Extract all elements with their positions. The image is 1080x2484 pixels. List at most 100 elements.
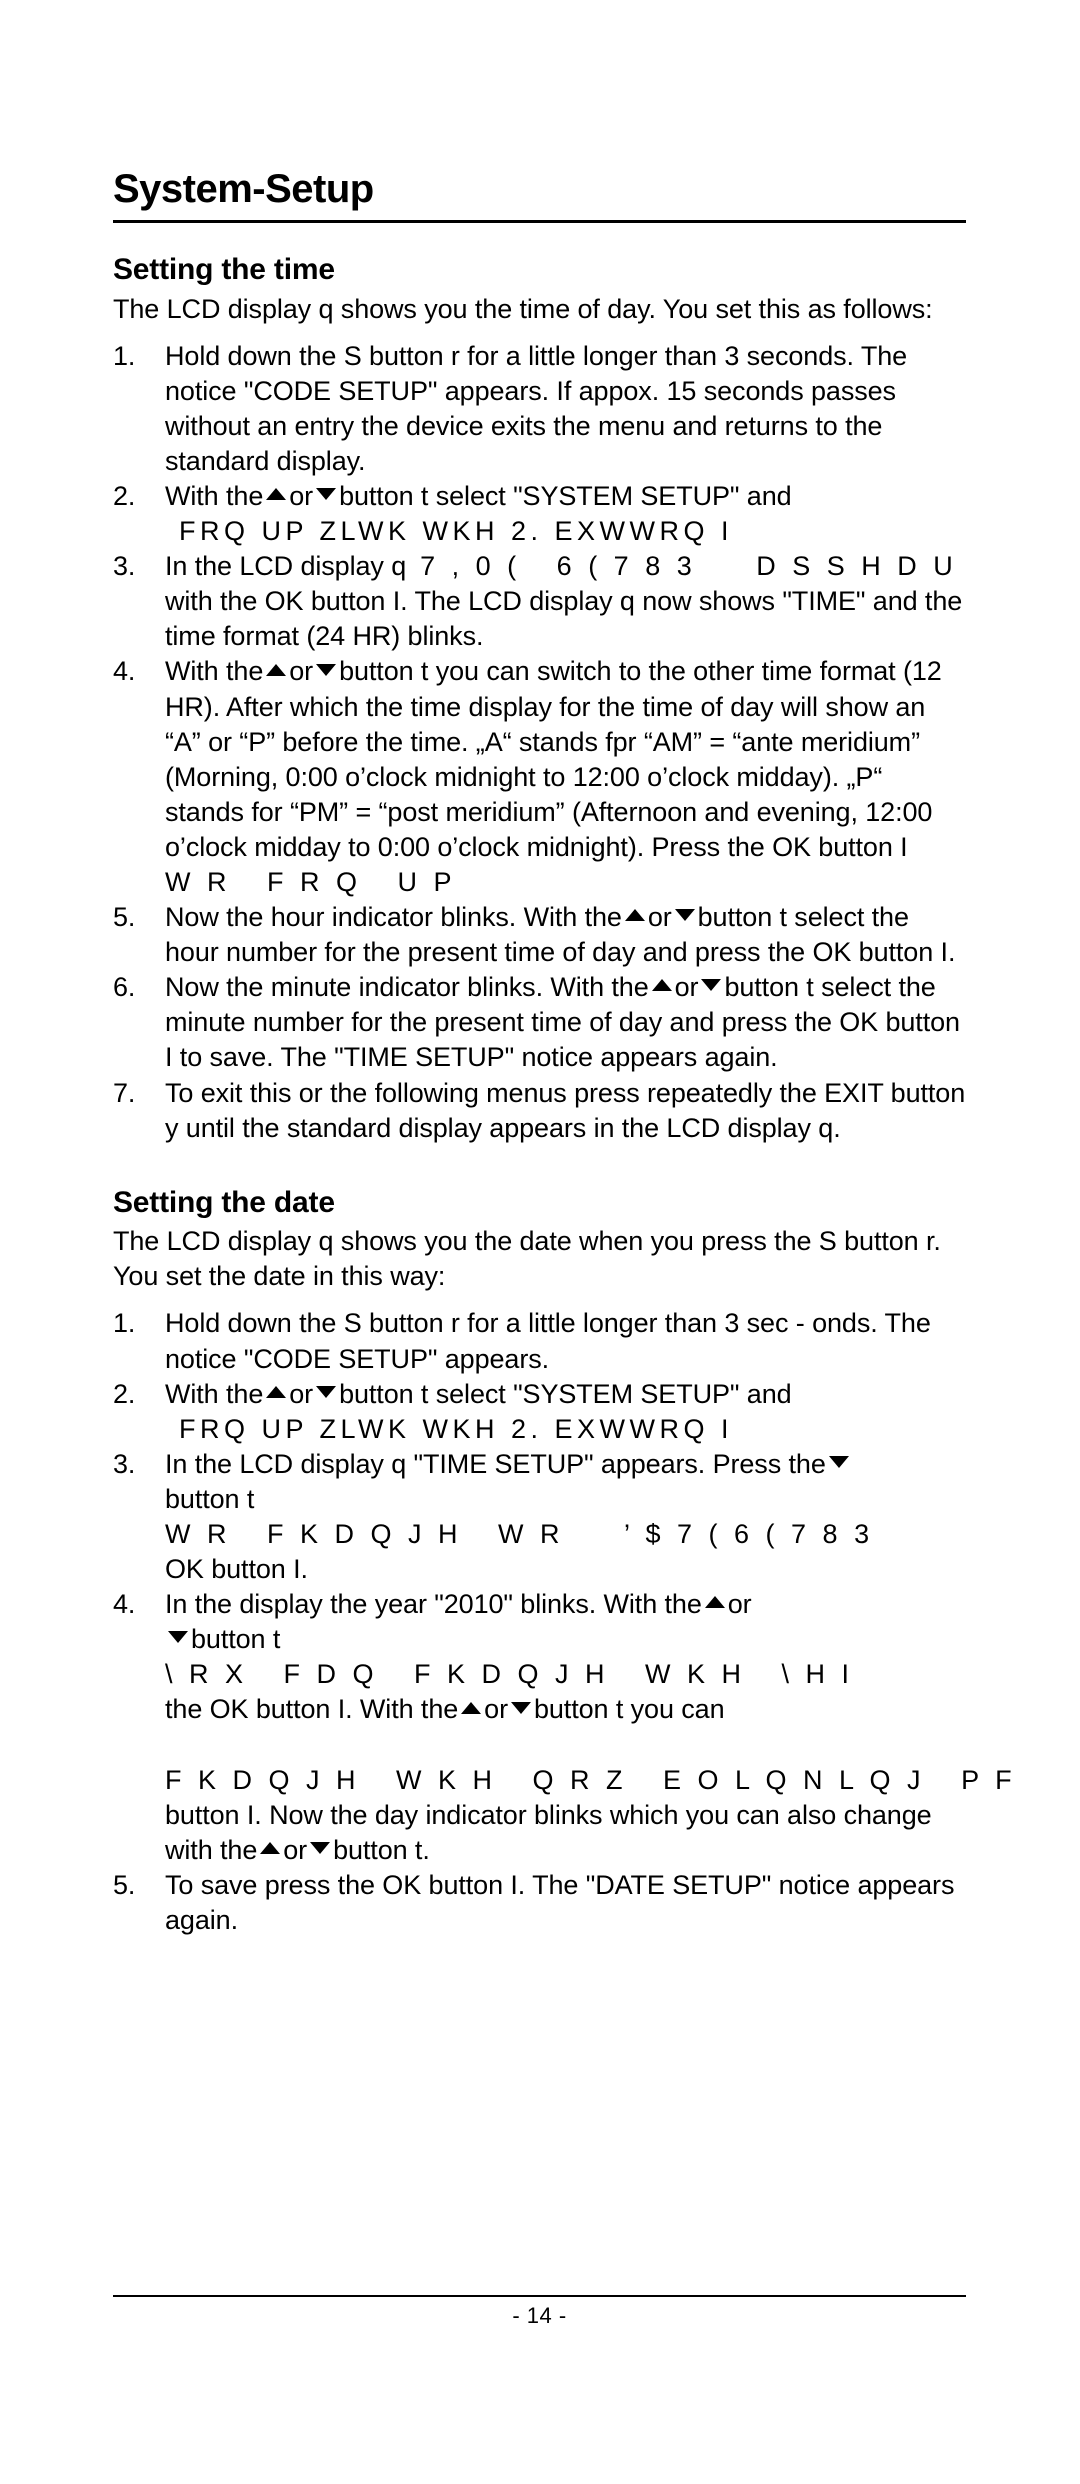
step-text-before: In the LCD display q xyxy=(165,551,407,582)
arrow-down-icon xyxy=(510,1701,531,1714)
list-item: 4. With the or button t you can switch to … xyxy=(113,654,966,900)
list-item: 3. In the LCD display q "TIME SETUP" app… xyxy=(113,1447,966,1587)
steps-list-date: 1. Hold down the S button r for a little… xyxy=(113,1306,1012,1938)
arrow-down-icon xyxy=(316,488,337,501)
step-text: Now the minute indicator blinks. With th… xyxy=(165,970,966,1075)
step-text-after: button t you can switch to the other tim… xyxy=(165,656,942,862)
encoded-text-1: \ R X F D Q F K D Q J H W K H \ H I xyxy=(165,1659,854,1690)
step-text-after: button t select "SYSTEM SETUP" and xyxy=(339,480,792,511)
step-text-before: With the xyxy=(165,656,264,687)
step-text: In the display the year "2010" blinks. W… xyxy=(165,1587,1012,1868)
section-heading-setting-the-time: Setting the time xyxy=(113,253,335,286)
step-text-mid: or xyxy=(289,1378,314,1409)
step-text-mid: or xyxy=(647,902,672,933)
step-text-mid-5: or xyxy=(283,1834,308,1865)
arrow-down-icon xyxy=(828,1455,849,1468)
section-intro-date: The LCD display q shows you the date whe… xyxy=(113,1226,941,1292)
step-text-before: Now the hour indicator blinks. With the xyxy=(165,902,622,933)
list-item: 7. To exit this or the following menus p… xyxy=(113,1076,966,1146)
encoded-text: 7 , 0 ( 6 ( 7 8 3 D S S H D U xyxy=(420,551,958,582)
arrow-down-icon xyxy=(316,1385,337,1398)
step-text-mid: or xyxy=(289,480,314,511)
arrow-down-icon xyxy=(674,909,695,922)
step-number: 1. xyxy=(113,340,136,371)
encoded-text: FRQ UP ZLWK WKH 2. EXWWRQ I xyxy=(179,1413,734,1444)
step-text-before: Now the minute indicator blinks. With th… xyxy=(165,972,649,1003)
arrow-down-icon xyxy=(310,1841,331,1854)
list-item: 5. To save press the OK button I. The "D… xyxy=(113,1868,966,1938)
encoded-text-2: F K D Q J H W K H Q R Z E O L Q N L Q J … xyxy=(165,1764,1017,1795)
encoded-text: FRQ UP ZLWK WKH 2. EXWWRQ I xyxy=(179,516,734,547)
step-text-end: button I. Now the day indicator blinks w… xyxy=(165,1799,932,1865)
arrow-down-icon xyxy=(316,663,337,676)
step-text: To exit this or the following menus pres… xyxy=(165,1077,966,1143)
encoded-text: W R F R Q U P xyxy=(165,867,456,897)
footer-divider xyxy=(113,2295,966,2297)
arrow-up-icon xyxy=(704,1596,725,1609)
step-number: 4. xyxy=(113,656,136,687)
step-text-arrow-line: button t xyxy=(191,1624,281,1655)
step-text-mid-3: or xyxy=(484,1694,508,1725)
list-item: 2. With the or button t select "SYSTEM SET… xyxy=(113,479,966,549)
step-text-arrow-line: button t xyxy=(165,1483,255,1514)
arrow-down-icon xyxy=(701,979,722,992)
step-text-mid: or xyxy=(289,656,314,687)
step-text: With the or button t select "SYSTEM SETUP"… xyxy=(165,1377,966,1447)
step-text-after: button t select "SYSTEM SETUP" and xyxy=(339,1378,792,1409)
step-text-before: With the xyxy=(165,480,264,511)
list-item: 2. With the or button t select "SYSTEM SET… xyxy=(113,1377,966,1447)
step-text-end: OK button I. xyxy=(165,1554,308,1585)
list-item: 6. Now the minute indicator blinks. With… xyxy=(113,970,966,1075)
step-number: 5. xyxy=(113,902,136,933)
list-item: 1. Hold down the S button r for a little… xyxy=(113,339,966,479)
step-text: With the or button t select "SYSTEM SETUP"… xyxy=(165,479,966,549)
step-text-end-2: button t. xyxy=(333,1834,430,1865)
arrow-down-icon xyxy=(168,1631,188,1644)
steps-list-time: 1. Hold down the S button r for a little… xyxy=(113,339,966,1146)
step-text-mid-4: button t you can xyxy=(533,1694,725,1725)
step-text: With the or button t you can switch to the… xyxy=(165,654,966,900)
step-text-mid-2: the OK button I. With the xyxy=(165,1694,459,1725)
step-text: Hold down the S button r for a little lo… xyxy=(165,1308,931,1374)
step-text-before: With the xyxy=(165,1378,264,1409)
page-number: - 14 - xyxy=(512,2303,567,2328)
step-number: 4. xyxy=(113,1589,136,1620)
page-content: System-Setup Setting the time The LCD di… xyxy=(113,167,1012,1938)
step-number: 6. xyxy=(113,972,136,1003)
step-number: 7. xyxy=(113,1077,136,1108)
section-intro-time: The LCD display q shows you the time of … xyxy=(113,293,933,324)
step-text-mid: or xyxy=(674,972,699,1003)
step-number: 3. xyxy=(113,551,136,582)
step-text-after: with the OK button I. The LCD display q … xyxy=(165,586,963,652)
list-item: 4. In the display the year "2010" blinks… xyxy=(113,1587,1012,1868)
arrow-up-icon xyxy=(624,909,645,922)
step-text: In the LCD display q 7 , 0 ( 6 ( 7 8 3 D … xyxy=(165,549,966,654)
section-heading-setting-the-date: Setting the date xyxy=(113,1185,335,1219)
page-footer: - 14 - xyxy=(113,2295,966,2329)
arrow-up-icon xyxy=(266,1385,287,1398)
step-number: 1. xyxy=(113,1308,136,1339)
step-number: 3. xyxy=(113,1448,136,1479)
step-number: 5. xyxy=(113,1869,136,1900)
arrow-up-icon xyxy=(651,979,672,992)
arrow-up-icon xyxy=(260,1841,281,1854)
arrow-up-icon xyxy=(461,1701,482,1714)
step-text: Now the hour indicator blinks. With the o… xyxy=(165,900,966,970)
step-number: 2. xyxy=(113,480,136,511)
list-item: 3. In the LCD display q 7 , 0 ( 6 ( 7 8 3… xyxy=(113,549,966,654)
step-text-before: In the display the year "2010" blinks. W… xyxy=(165,1589,702,1620)
arrow-up-icon xyxy=(266,488,287,501)
arrow-up-icon xyxy=(266,663,287,676)
title-divider xyxy=(113,220,966,223)
page-title: System-Setup xyxy=(113,167,374,211)
manual-page: System-Setup Setting the time The LCD di… xyxy=(0,0,1080,2484)
list-item: 5. Now the hour indicator blinks. With t… xyxy=(113,900,966,970)
encoded-text: W R F K D Q J H W R ’ $ 7 ( 6 ( 7 8 3 xyxy=(165,1519,874,1549)
step-number: 2. xyxy=(113,1378,136,1409)
step-text-before: In the LCD display q "TIME SETUP" appear… xyxy=(165,1448,826,1479)
step-text-mid: or xyxy=(727,1589,752,1620)
step-text: To save press the OK button I. The "DATE… xyxy=(165,1869,955,1936)
step-text: In the LCD display q "TIME SETUP" appear… xyxy=(165,1447,966,1587)
list-item: 1. Hold down the S button r for a little… xyxy=(113,1306,966,1376)
step-text: Hold down the S button r for a little lo… xyxy=(165,340,908,476)
